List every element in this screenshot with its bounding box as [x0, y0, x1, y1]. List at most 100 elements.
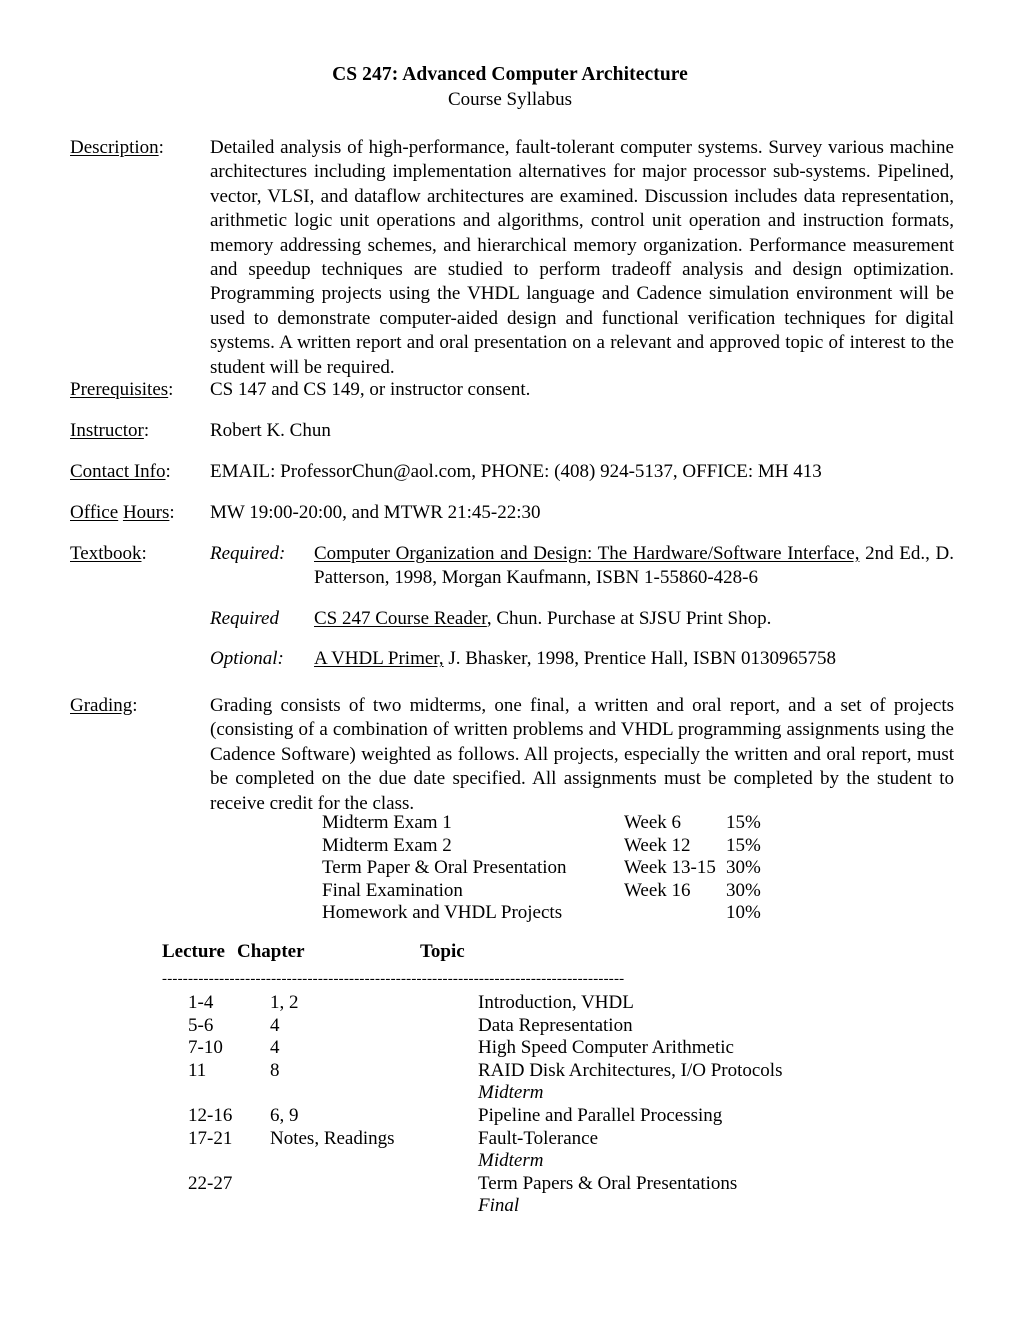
weight-pct: 30%	[726, 857, 761, 879]
textbook-entry-text: Computer Organization and Design: The Ha…	[314, 542, 954, 591]
schedule-chapter: 6, 9	[270, 1104, 299, 1126]
table-row: Final	[162, 1195, 862, 1218]
textbook-title: A VHDL Primer,	[314, 648, 444, 670]
textbook-entry-text: CS 247 Course Reader, Chun. Purchase at …	[314, 607, 954, 631]
schedule-chapter: 8	[270, 1059, 280, 1081]
table-row: Final Examination Week 16 30%	[322, 880, 796, 903]
schedule-chapter: 4	[270, 1037, 280, 1059]
weight-pct: 15%	[726, 812, 761, 833]
lecture-schedule: Lecture Chapter Topic ------------------…	[162, 940, 862, 1218]
table-row: Homework and VHDL Projects 10%	[322, 902, 796, 925]
table-row: Term Paper & Oral Presentation Week 13-1…	[322, 857, 796, 880]
weight-pct: 10%	[726, 902, 761, 924]
schedule-lecture: 5-6	[188, 1014, 214, 1036]
schedule-topic: Term Papers & Oral Presentations	[478, 1172, 738, 1194]
schedule-topic: Final	[478, 1195, 520, 1217]
textbook-entry: Required: Computer Organization and Desi…	[210, 542, 954, 591]
schedule-topic: Pipeline and Parallel Processing	[478, 1104, 723, 1126]
schedule-topic: Midterm	[478, 1082, 544, 1104]
weight-pct: 15%	[726, 834, 761, 856]
schedule-lecture: 11	[188, 1059, 207, 1081]
section-text-instructor: Robert K. Chun	[210, 420, 331, 441]
section-instructor: Instructor: Robert K. Chun	[70, 419, 954, 443]
schedule-topic: Fault-Tolerance	[478, 1127, 599, 1149]
weight-when: Week 6	[624, 812, 682, 833]
section-contact-info: Contact Info: EMAIL: ProfessorChun@aol.c…	[70, 460, 954, 484]
weight-item: Homework and VHDL Projects	[322, 902, 563, 924]
schedule-chapter: 4	[270, 1014, 280, 1036]
table-row: 11 8 RAID Disk Architectures, I/O Protoc…	[162, 1060, 862, 1083]
weight-when	[624, 902, 726, 925]
table-row: Midterm	[162, 1150, 862, 1173]
schedule-topic: Data Representation	[478, 1014, 633, 1036]
schedule-lecture: 1-4	[188, 992, 214, 1013]
schedule-header-row: Lecture Chapter Topic	[162, 940, 862, 964]
schedule-lecture: 7-10	[188, 1037, 223, 1059]
section-text-grading: Grading consists of two midterms, one fi…	[210, 695, 954, 814]
section-text-office-hours: MW 19:00-20:00, and MTWR 21:45-22:30	[210, 502, 541, 523]
weight-when: Week 13-15	[624, 857, 716, 879]
section-label-grading: Grading:	[70, 695, 138, 716]
schedule-chapter: Notes, Readings	[270, 1127, 395, 1149]
section-label-textbook: Textbook:	[70, 543, 147, 564]
section-grading: Grading: Grading consists of two midterm…	[70, 694, 954, 816]
grading-weights-body: Midterm Exam 1 Week 6 15% Midterm Exam 2…	[322, 812, 796, 925]
textbook-title: CS 247 Course Reader	[314, 607, 487, 629]
table-row: Midterm Exam 2 Week 12 15%	[322, 835, 796, 858]
schedule-rows: 1-4 1, 2 Introduction, VHDL 5-6 4 Data R…	[162, 992, 862, 1218]
textbook-entry-kind: Optional:	[210, 648, 284, 670]
textbook-entry: Optional: A VHDL Primer, J. Bhasker, 199…	[210, 647, 954, 671]
textbook-details: , Chun. Purchase at SJSU Print Shop.	[486, 607, 772, 629]
textbook-entry-kind: Required	[210, 607, 279, 629]
table-row: 22-27 Term Papers & Oral Presentations	[162, 1173, 862, 1196]
weight-item: Term Paper & Oral Presentation	[322, 857, 567, 879]
table-row: Midterm Exam 1 Week 6 15%	[322, 812, 796, 835]
section-label-office-hours: Office Hours:	[70, 502, 175, 523]
table-row: 5-6 4 Data Representation	[162, 1015, 862, 1038]
page-subtitle: Course Syllabus	[447, 89, 573, 110]
section-textbook: Textbook: Required: Computer Organizatio…	[70, 542, 954, 672]
weight-when: Week 16	[624, 879, 691, 901]
schedule-header-chapter: Chapter	[237, 941, 305, 962]
section-text-description: Detailed analysis of high-performance, f…	[210, 137, 954, 378]
section-office-hours: Office Hours: MW 19:00-20:00, and MTWR 2…	[70, 501, 954, 525]
schedule-chapter: 1, 2	[270, 992, 299, 1013]
textbook-entry: Required CS 247 Course Reader, Chun. Pur…	[210, 607, 954, 631]
section-label-instructor: Instructor:	[70, 420, 150, 441]
weight-item: Final Examination	[322, 879, 463, 901]
weight-item: Midterm Exam 2	[322, 834, 452, 856]
section-text-prerequisites: CS 147 and CS 149, or instructor consent…	[210, 379, 531, 400]
table-row: Midterm	[162, 1082, 862, 1105]
document-header: CS 247: Advanced Computer Architecture C…	[70, 62, 950, 112]
table-row: 7-10 4 High Speed Computer Arithmetic	[162, 1037, 862, 1060]
section-text-contact-info: EMAIL: ProfessorChun@aol.com, PHONE: (40…	[210, 461, 822, 482]
section-prerequisites: Prerequisites: CS 147 and CS 149, or ins…	[70, 378, 954, 402]
section-label-prerequisites: Prerequisites:	[70, 379, 174, 400]
section-label-description: Description:	[70, 137, 164, 158]
schedule-topic: RAID Disk Architectures, I/O Protocols	[478, 1059, 783, 1081]
weight-when: Week 12	[624, 834, 691, 856]
section-description: Description: Detailed analysis of high-p…	[70, 136, 954, 380]
table-row: 1-4 1, 2 Introduction, VHDL	[162, 992, 862, 1015]
schedule-lecture: 22-27	[188, 1172, 233, 1194]
schedule-lecture: 12-16	[188, 1104, 233, 1126]
schedule-header-lecture: Lecture	[162, 941, 225, 962]
textbook-details: J. Bhasker, 1998, Prentice Hall, ISBN 01…	[443, 648, 837, 670]
page-title: CS 247: Advanced Computer Architecture	[332, 64, 688, 85]
schedule-header-topic: Topic	[420, 941, 465, 962]
schedule-topic: High Speed Computer Arithmetic	[478, 1037, 734, 1059]
schedule-topic: Introduction, VHDL	[478, 992, 634, 1013]
table-row: 17-21 Notes, Readings Fault-Tolerance	[162, 1128, 862, 1151]
schedule-divider: ----------------------------------------…	[162, 971, 625, 987]
grading-weights-table: Midterm Exam 1 Week 6 15% Midterm Exam 2…	[322, 812, 796, 925]
table-row: 12-16 6, 9 Pipeline and Parallel Process…	[162, 1105, 862, 1128]
textbook-title: Computer Organization and Design: The Ha…	[314, 543, 860, 564]
section-label-contact-info: Contact Info:	[70, 461, 171, 482]
weight-item: Midterm Exam 1	[322, 812, 452, 833]
schedule-topic: Midterm	[478, 1150, 544, 1172]
syllabus-page: CS 247: Advanced Computer Architecture C…	[0, 0, 1020, 1320]
schedule-lecture: 17-21	[188, 1127, 233, 1149]
weight-pct: 30%	[726, 879, 761, 901]
textbook-entry-kind: Required:	[210, 543, 286, 564]
textbook-entry-text: A VHDL Primer, J. Bhasker, 1998, Prentic…	[314, 647, 954, 671]
